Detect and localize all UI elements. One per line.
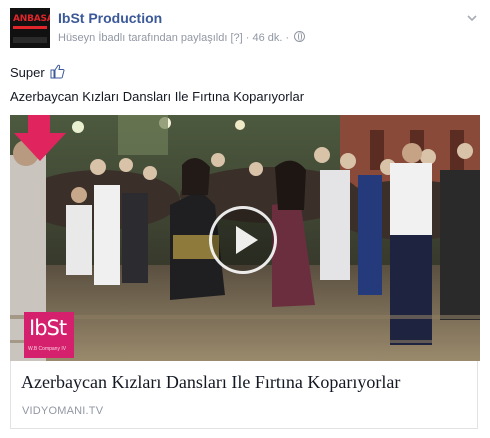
meta-separator-2: · [285,32,290,44]
watermark-text: IbSt [29,316,67,340]
meta-separator: · [245,32,250,44]
link-preview-title[interactable]: Azerbaycan Kızları Dansları Ile Fırtına … [21,372,400,393]
shared-by-text[interactable]: Hüseyn İbadlı tarafından paylaşıldı [58,32,227,44]
help-link[interactable]: [?] [230,32,242,44]
avatar-logo-text: ANBASA [13,14,50,24]
message-super: Super [10,65,45,80]
globe-icon[interactable] [294,31,306,42]
link-preview[interactable]: Azerbaycan Kızları Dansları Ile Fırtına … [10,361,478,429]
post-message-line-1: Super [10,64,65,80]
thumbs-up-icon [50,64,65,79]
page-name-link[interactable]: IbSt Production [58,10,162,26]
video-watermark-logo: IbSt W.B Company IV [24,312,74,358]
video-player[interactable]: IbSt W.B Company IV [10,115,480,361]
post-message-line-2: Azerbaycan Kızları Dansları Ile Fırtına … [10,89,305,104]
timestamp-link[interactable]: 46 dk. [252,32,282,44]
avatar[interactable]: ANBASA [10,8,50,48]
link-preview-source: VIDYOMANI.TV [22,405,104,417]
chevron-down-icon[interactable] [466,12,478,24]
arrow-down-icon [14,115,66,161]
post-meta: Hüseyn İbadlı tarafından paylaşıldı [?] … [58,31,306,44]
avatar-logo-fill [13,37,47,43]
watermark-subtext: W.B Company IV [28,346,67,352]
post-header: ANBASA IbSt Production Hüseyn İbadlı tar… [10,8,480,52]
play-icon[interactable] [209,206,277,274]
avatar-logo-bar [13,26,47,29]
feed-post: ANBASA IbSt Production Hüseyn İbadlı tar… [0,0,490,438]
